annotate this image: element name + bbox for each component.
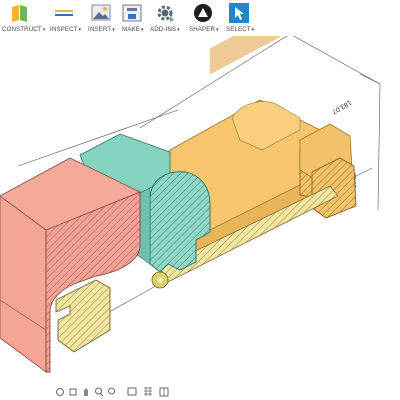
shaper-label: SHAPER <box>189 26 216 33</box>
construct-button[interactable]: CONSTRUCT▾ <box>2 3 45 35</box>
add-ins-label: ADD-INS <box>150 26 177 33</box>
select-button[interactable]: SELECT▾ <box>225 3 255 35</box>
insert-image-icon <box>91 4 111 21</box>
insert-button[interactable]: INSERT▾ <box>86 3 116 35</box>
zoom-icon[interactable] <box>94 386 104 398</box>
orbit-icon[interactable] <box>55 386 65 398</box>
navigation-bar <box>55 386 175 400</box>
make-3dprint-icon <box>122 4 142 22</box>
chevron-down-icon: ▾ <box>216 27 219 33</box>
fixed-jaw-body <box>0 157 141 373</box>
chevron-down-icon: ▾ <box>140 27 144 33</box>
chevron-down-icon: ▾ <box>112 27 115 33</box>
select-cursor-icon <box>229 3 249 23</box>
add-ins-gear-icon <box>157 5 174 22</box>
inspect-measure-icon <box>55 10 73 16</box>
viewports-icon[interactable] <box>159 386 169 398</box>
model-viewport[interactable]: 183.07 26.50 <box>0 36 400 400</box>
chevron-down-icon: ▾ <box>251 27 255 33</box>
look-at-icon[interactable] <box>68 386 78 398</box>
insert-label: INSERT <box>88 26 112 33</box>
select-label: SELECT <box>226 26 251 33</box>
zoom-window-icon[interactable] <box>107 386 117 398</box>
inspect-label: INSPECT <box>50 26 78 33</box>
toolbar: CONSTRUCT▾ INSPECT▾ INSERT▾ MAKE▾ ADD-IN… <box>0 0 400 36</box>
shaper-button[interactable]: SHAPER▾ <box>188 3 219 35</box>
chevron-down-icon: ▾ <box>42 27 46 33</box>
add-ins-button[interactable]: ADD-INS▾ <box>150 3 180 35</box>
grid-icon[interactable] <box>143 386 153 398</box>
chevron-down-icon: ▾ <box>78 27 82 33</box>
make-button[interactable]: MAKE▾ <box>120 3 144 35</box>
construct-label: CONSTRUCT <box>2 26 42 33</box>
dimension-length-label: 183.07 <box>330 98 352 115</box>
display-settings-icon[interactable] <box>127 386 137 398</box>
shaper-logo-icon <box>194 4 212 22</box>
chevron-down-icon: ▾ <box>177 27 180 33</box>
construct-plane-icon <box>12 5 27 22</box>
pan-icon[interactable] <box>81 386 91 398</box>
make-label: MAKE <box>122 26 140 33</box>
inspect-button[interactable]: INSPECT▾ <box>48 3 82 35</box>
